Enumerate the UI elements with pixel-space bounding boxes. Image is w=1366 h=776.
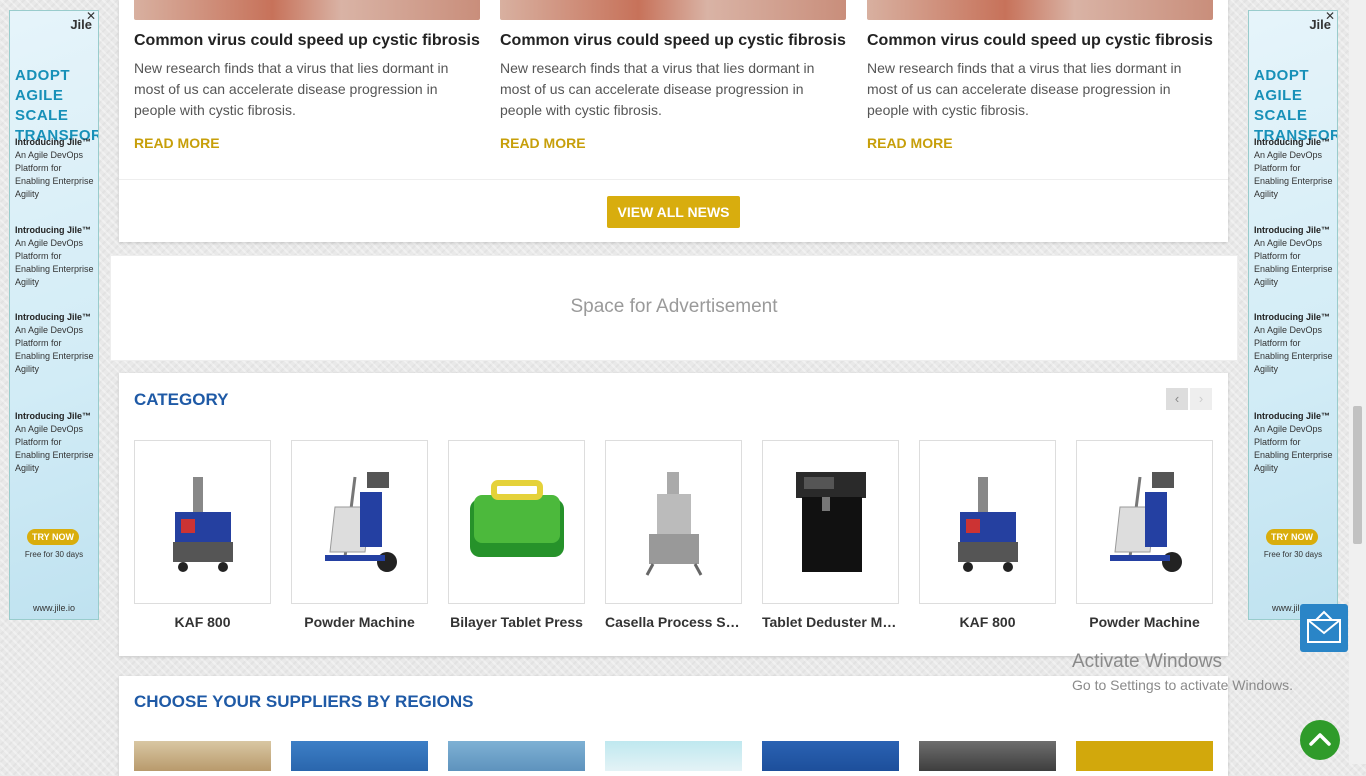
region-image[interactable]: [605, 741, 742, 771]
extruder-machine-icon[interactable]: [919, 440, 1056, 604]
ad-promo: Introducing Jile™ An Agile DevOps Platfor…: [1254, 137, 1333, 199]
news-title[interactable]: Common virus could speed up cystic fibro…: [134, 32, 480, 50]
ad-promo: Introducing Jile™ An Agile DevOps Platfor…: [1254, 225, 1333, 287]
process-machine-icon[interactable]: [605, 440, 742, 604]
read-more-link[interactable]: READ MORE: [867, 135, 1213, 151]
try-now-button[interactable]: TRY NOW: [1266, 529, 1318, 545]
news-image[interactable]: [500, 0, 846, 20]
category-name[interactable]: KAF 800: [134, 614, 271, 630]
advertisement-space[interactable]: Space for Advertisement: [111, 256, 1237, 360]
ad-site-url[interactable]: www.jile.io: [10, 603, 98, 613]
powder-machine-icon[interactable]: [1076, 440, 1213, 604]
try-now-button[interactable]: TRY NOW: [27, 529, 79, 545]
region-image[interactable]: [762, 741, 899, 771]
jile-logo: Jile: [1309, 17, 1331, 32]
region-image[interactable]: [1076, 741, 1213, 771]
advertisement-placeholder-text: Space for Advertisement: [570, 296, 778, 317]
back-to-top-button[interactable]: [1300, 720, 1340, 760]
category-item[interactable]: Bilayer Tablet Press: [448, 440, 585, 630]
news-image[interactable]: [134, 0, 480, 20]
news-item: Common virus could speed up cystic fibro…: [500, 0, 846, 151]
scrollbar-thumb[interactable]: [1353, 406, 1362, 544]
powder-machine-icon[interactable]: [291, 440, 428, 604]
activate-windows-subtitle: Go to Settings to activate Windows.: [1072, 677, 1293, 693]
ad-promo: Introducing Jile™ An Agile DevOps Platfor…: [15, 411, 94, 473]
news-item: Common virus could speed up cystic fibro…: [134, 0, 480, 151]
chevron-up-icon: [1309, 733, 1331, 746]
jile-logo: Jile: [70, 17, 92, 32]
section-title-regions: CHOOSE YOUR SUPPLIERS BY REGIONS: [134, 692, 474, 711]
activate-windows-title: Activate Windows: [1072, 651, 1222, 672]
right-side-ad[interactable]: ✕ Jile ADOPT AGILESCALETRANSFORM Introdu…: [1248, 10, 1338, 620]
category-item[interactable]: KAF 800: [134, 440, 271, 630]
region-image[interactable]: [291, 741, 428, 771]
news-section: Common virus could speed up cystic fibro…: [119, 0, 1228, 242]
region-image[interactable]: [919, 741, 1056, 771]
ad-headline: ADOPT AGILESCALETRANSFORM: [15, 67, 98, 144]
category-name[interactable]: Bilayer Tablet Press: [448, 614, 585, 630]
ad-promo: Introducing Jile™ An Agile DevOps Platfor…: [15, 137, 94, 199]
news-description: New research finds that a virus that lie…: [134, 60, 449, 118]
region-image[interactable]: [448, 741, 585, 771]
extruder-machine-icon[interactable]: [134, 440, 271, 604]
free-trial-text: Free for 30 days: [24, 550, 84, 559]
category-name[interactable]: Powder Machine: [1076, 614, 1213, 630]
carousel-prev-button[interactable]: ‹: [1166, 388, 1188, 410]
news-description: New research finds that a virus that lie…: [500, 60, 815, 118]
category-item[interactable]: Casella Process Sol...: [605, 440, 742, 630]
tablet-press-icon[interactable]: [448, 440, 585, 604]
carousel-next-button[interactable]: ›: [1190, 388, 1212, 410]
view-all-news-button[interactable]: VIEW ALL NEWS: [607, 196, 740, 228]
region-image[interactable]: [134, 741, 271, 771]
ad-promo: Introducing Jile™ An Agile DevOps Platfor…: [1254, 312, 1333, 374]
category-section: CATEGORY ‹ › KAF 800 Powder Machine Bila…: [119, 373, 1228, 656]
ad-promo: Introducing Jile™ An Agile DevOps Platfor…: [15, 312, 94, 374]
read-more-link[interactable]: READ MORE: [134, 135, 480, 151]
mail-button[interactable]: [1300, 604, 1348, 652]
left-side-ad[interactable]: ✕ Jile ADOPT AGILESCALETRANSFORM Introdu…: [9, 10, 99, 620]
category-name[interactable]: KAF 800: [919, 614, 1056, 630]
news-title[interactable]: Common virus could speed up cystic fibro…: [867, 32, 1213, 50]
category-name[interactable]: Tablet Deduster Ma...: [762, 614, 899, 630]
category-item[interactable]: Powder Machine: [291, 440, 428, 630]
ad-promo: Introducing Jile™ An Agile DevOps Platfor…: [15, 225, 94, 287]
news-image[interactable]: [867, 0, 1213, 20]
deduster-icon[interactable]: [762, 440, 899, 604]
category-item[interactable]: KAF 800: [919, 440, 1056, 630]
ad-headline: ADOPT AGILESCALETRANSFORM: [1254, 67, 1337, 144]
page-scrollbar[interactable]: [1349, 0, 1366, 764]
category-item[interactable]: Tablet Deduster Ma...: [762, 440, 899, 630]
news-item: Common virus could speed up cystic fibro…: [867, 0, 1213, 151]
ad-promo: Introducing Jile™ An Agile DevOps Platfor…: [1254, 411, 1333, 473]
read-more-link[interactable]: READ MORE: [500, 135, 846, 151]
section-title-category: CATEGORY: [134, 390, 229, 409]
news-title[interactable]: Common virus could speed up cystic fibro…: [500, 32, 846, 50]
free-trial-text: Free for 30 days: [1263, 550, 1323, 559]
category-item[interactable]: Powder Machine: [1076, 440, 1213, 630]
activate-windows-watermark: Activate Windows Go to Settings to activ…: [1072, 651, 1293, 693]
divider: [119, 179, 1228, 180]
envelope-icon: [1307, 610, 1341, 643]
regions-section: CHOOSE YOUR SUPPLIERS BY REGIONS: [119, 676, 1228, 776]
category-name[interactable]: Casella Process Sol...: [605, 614, 742, 630]
news-description: New research finds that a virus that lie…: [867, 60, 1182, 118]
category-name[interactable]: Powder Machine: [291, 614, 428, 630]
